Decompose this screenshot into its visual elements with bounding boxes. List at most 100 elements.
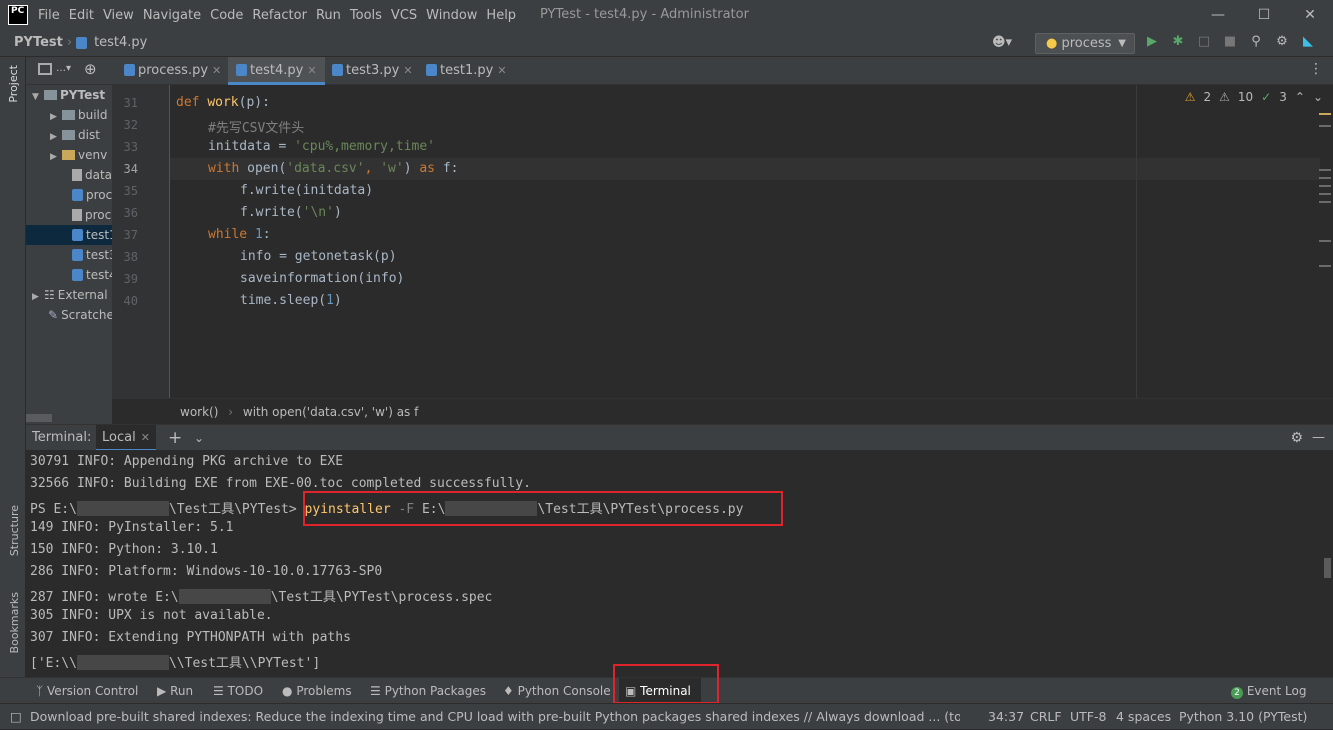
close-tab-icon[interactable]: ✕ (497, 64, 506, 77)
menu-code[interactable]: Code (210, 8, 249, 23)
chevron-down-icon[interactable]: …▾ (56, 63, 71, 74)
inspection-widget[interactable]: ⚠ 2 ⚠ 10 ✓ 3 ⌃ ⌄ (1185, 90, 1323, 104)
minimize-icon[interactable]: — (1195, 0, 1241, 30)
tool-run[interactable]: ▶ Run (157, 678, 193, 704)
tree-item-test4-py[interactable]: test4.py (26, 265, 112, 285)
status-message[interactable]: Download pre-built shared indexes: Reduc… (30, 704, 960, 730)
jetbrains-icon[interactable]: ◣ (1301, 34, 1315, 50)
tree-item-process-spec[interactable]: process.spec (26, 205, 112, 225)
close-icon[interactable]: ✕ (1287, 0, 1333, 30)
target-icon[interactable]: ⊕ (84, 60, 97, 78)
line-number: 38 (123, 250, 138, 264)
project-tree: ▼PYTest ▶build ▶dist ▶venv data.csv proc… (26, 85, 112, 410)
scrollbar-marker (1319, 185, 1331, 187)
breadcrumb-file[interactable]: test4.py (94, 35, 147, 50)
library-icon: ☷ (44, 288, 55, 302)
debug-icon[interactable]: ✱ (1171, 34, 1185, 50)
tree-item-label: build (78, 108, 108, 122)
more-options-icon[interactable]: ⋮ (1309, 61, 1323, 77)
tree-item-data-csv[interactable]: data.csv (26, 165, 112, 185)
line-separator[interactable]: CRLF (1030, 704, 1062, 730)
tree-root-label: PYTest (60, 88, 106, 102)
menu-tools[interactable]: Tools (350, 8, 388, 23)
bookmarks-tool-tab[interactable]: Bookmarks (8, 592, 21, 653)
tree-item-dist[interactable]: ▶ dist (26, 125, 112, 145)
tab-process-py[interactable]: process.py ✕ (116, 57, 229, 85)
run-configuration-select[interactable]: ● process ▼ (1035, 33, 1135, 54)
user-icon[interactable]: ☻▾ (992, 35, 1012, 50)
highlight-box (613, 664, 719, 704)
indent-setting[interactable]: 4 spaces (1116, 704, 1171, 730)
menu-vcs[interactable]: VCS (391, 8, 423, 23)
breadcrumb-with[interactable]: with open('data.csv', 'w') as f (243, 405, 418, 419)
menu-navigate[interactable]: Navigate (143, 8, 207, 23)
close-tab-icon[interactable]: ✕ (141, 431, 150, 444)
gear-icon[interactable]: ⚙ (1290, 425, 1303, 451)
tree-item-process-py[interactable]: process.py (26, 185, 112, 205)
caret-position[interactable]: 34:37 (988, 704, 1024, 730)
tree-item-external-libraries[interactable]: ▶☷External Libraries (26, 285, 112, 305)
chevron-up-icon[interactable]: ⌃ (1295, 90, 1305, 104)
terminal-line: 305 INFO: UPX is not available. (30, 608, 273, 623)
typo-icon: ✓ (1261, 90, 1272, 104)
warning-icon: ⚠ (1184, 90, 1196, 104)
panel-layout-icon[interactable] (38, 63, 52, 75)
close-tab-icon[interactable]: ✕ (403, 64, 412, 77)
menu-refactor[interactable]: Refactor (252, 8, 313, 23)
chevron-down-icon[interactable]: ⌄ (194, 425, 204, 451)
tree-item-test1-py[interactable]: test1.py (26, 225, 112, 245)
tree-item-scratches[interactable]: ✎Scratches and Consoles (26, 305, 112, 325)
terminal-output[interactable]: 30791 INFO: Appending PKG archive to EXE… (26, 450, 1333, 677)
tab-test4-py[interactable]: test4.py ✕ (228, 57, 325, 85)
stop-icon[interactable]: ■ (1223, 34, 1237, 50)
tab-test1-py[interactable]: test1.py ✕ (418, 57, 515, 85)
menu-view[interactable]: View (103, 8, 140, 23)
terminal-title: Terminal: (32, 430, 92, 445)
search-icon[interactable]: ⚲ (1249, 34, 1263, 50)
tool-python-packages[interactable]: ☰ Python Packages (370, 678, 486, 704)
add-terminal-icon[interactable]: + (168, 425, 182, 451)
menu-edit[interactable]: Edit (69, 8, 100, 23)
redacted-block (76, 655, 169, 670)
tree-item-venv[interactable]: ▶ venv (26, 145, 112, 165)
line-number: 33 (123, 140, 138, 154)
gear-icon[interactable]: ⚙ (1275, 34, 1289, 50)
maximize-icon[interactable]: ☐ (1241, 0, 1287, 30)
file-encoding[interactable]: UTF-8 (1070, 704, 1106, 730)
scrollbar-marker (1319, 240, 1331, 242)
tree-item-build[interactable]: ▶ build (26, 105, 112, 125)
tab-local[interactable]: Local ✕ (96, 425, 156, 451)
breadcrumb-function[interactable]: work() (180, 405, 218, 419)
tool-version-control[interactable]: ᛉ Version Control (36, 678, 138, 704)
terminal-line: 149 INFO: PyInstaller: 5.1 (30, 520, 234, 535)
python-interpreter[interactable]: Python 3.10 (PYTest) (1179, 704, 1319, 730)
run-icon[interactable]: ▶ (1145, 34, 1159, 50)
close-tab-icon[interactable]: ✕ (307, 64, 316, 77)
menu-help[interactable]: Help (486, 8, 522, 23)
tree-item-test3-py[interactable]: test3.py (26, 245, 112, 265)
breadcrumb-project[interactable]: PYTest (14, 35, 63, 50)
menu-window[interactable]: Window (426, 8, 483, 23)
tab-test3-py[interactable]: test3.py ✕ (324, 57, 421, 85)
editor-breadcrumb: work() › with open('data.csv', 'w') as f (112, 398, 1333, 424)
project-tool-tab[interactable]: Project (7, 65, 20, 103)
structure-tool-tab[interactable]: Structure (8, 505, 21, 556)
menu-file[interactable]: File (38, 8, 66, 23)
tool-python-console[interactable]: ♦ Python Console (503, 678, 611, 704)
line-number: 36 (123, 206, 138, 220)
vertical-scrollbar[interactable] (1324, 558, 1331, 578)
tree-root[interactable]: ▼ PYTest (26, 85, 112, 105)
menu-run[interactable]: Run (316, 8, 347, 23)
window-title: PYTest - test4.py - Administrator (540, 7, 749, 22)
code-editor[interactable]: 31 32 33 34 35 36 37 38 39 40 def work(p… (112, 85, 1333, 398)
hide-icon[interactable]: — (1312, 425, 1325, 451)
tool-event-log[interactable]: 2 Event Log (1231, 678, 1306, 704)
coverage-icon[interactable]: □ (1197, 34, 1211, 50)
chevron-down-icon[interactable]: ⌄ (1313, 90, 1323, 104)
scrollbar-marker (1319, 125, 1331, 127)
redacted-block (178, 589, 271, 604)
close-tab-icon[interactable]: ✕ (212, 64, 221, 77)
tool-problems[interactable]: ● Problems (282, 678, 352, 704)
horizontal-scrollbar[interactable] (26, 414, 52, 422)
tool-todo[interactable]: ☰ TODO (213, 678, 263, 704)
